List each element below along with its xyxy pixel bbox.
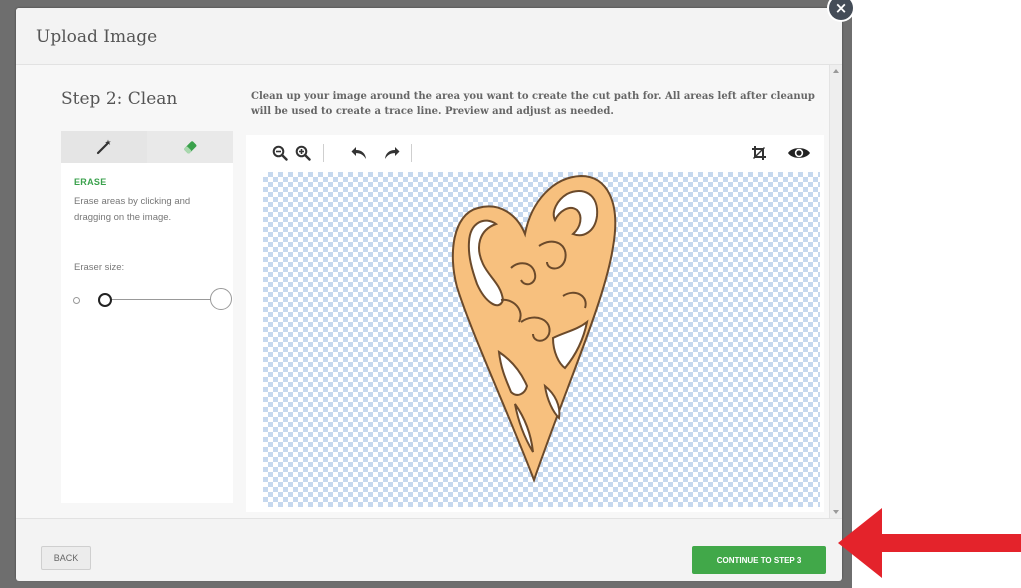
eraser-size-slider[interactable] bbox=[73, 285, 232, 315]
slider-track[interactable] bbox=[101, 299, 213, 300]
erase-title: ERASE bbox=[74, 177, 107, 187]
redo-button[interactable] bbox=[381, 143, 401, 163]
preview-button[interactable] bbox=[786, 143, 812, 163]
undo-icon bbox=[351, 147, 366, 159]
tool-tabs bbox=[61, 131, 233, 163]
magic-wand-icon bbox=[96, 139, 111, 155]
eraser-size-label: Eraser size: bbox=[74, 262, 125, 273]
zoom-out-button[interactable] bbox=[270, 143, 290, 163]
toolbar-divider bbox=[411, 144, 412, 162]
eraser-icon bbox=[184, 141, 197, 154]
dialog-scrollbar[interactable] bbox=[829, 65, 842, 518]
step-title: Step 2: Clean bbox=[61, 89, 178, 109]
dialog-title: Upload Image bbox=[36, 27, 158, 47]
undo-button[interactable] bbox=[350, 143, 370, 163]
scroll-up-arrow-icon[interactable] bbox=[833, 69, 839, 73]
editor-toolbar bbox=[246, 135, 824, 172]
tab-magic-wand[interactable] bbox=[61, 131, 147, 163]
heart-cut-image bbox=[451, 174, 617, 483]
crop-icon bbox=[752, 146, 766, 160]
upload-image-dialog: Upload Image Step 2: Clean ERASE Erase a… bbox=[16, 8, 842, 581]
erase-tool-panel: ERASE Erase areas by clicking and draggi… bbox=[61, 163, 233, 503]
zoom-in-button[interactable] bbox=[293, 143, 313, 163]
tab-eraser[interactable] bbox=[147, 131, 233, 163]
dialog-footer: BACK CONTINUE TO STEP 3 bbox=[16, 518, 842, 581]
image-editor bbox=[246, 135, 824, 512]
preview-eye-icon bbox=[788, 148, 810, 158]
toolbar-divider bbox=[323, 144, 324, 162]
redo-icon bbox=[385, 147, 400, 159]
small-size-icon bbox=[73, 297, 80, 304]
large-size-icon bbox=[210, 288, 232, 310]
continue-button[interactable]: CONTINUE TO STEP 3 bbox=[692, 546, 826, 574]
zoom-out-icon bbox=[272, 145, 288, 161]
erase-description: Erase areas by clicking and dragging on … bbox=[74, 196, 191, 223]
slider-thumb[interactable] bbox=[98, 293, 112, 307]
dialog-header: Upload Image bbox=[16, 8, 842, 65]
zoom-in-icon bbox=[295, 145, 311, 161]
step-instructions: Clean up your image around the area you … bbox=[251, 91, 815, 117]
annotation-arrow-icon bbox=[838, 508, 1021, 578]
image-canvas[interactable] bbox=[263, 172, 820, 507]
back-button[interactable]: BACK bbox=[41, 546, 91, 570]
crop-button[interactable] bbox=[749, 143, 769, 163]
